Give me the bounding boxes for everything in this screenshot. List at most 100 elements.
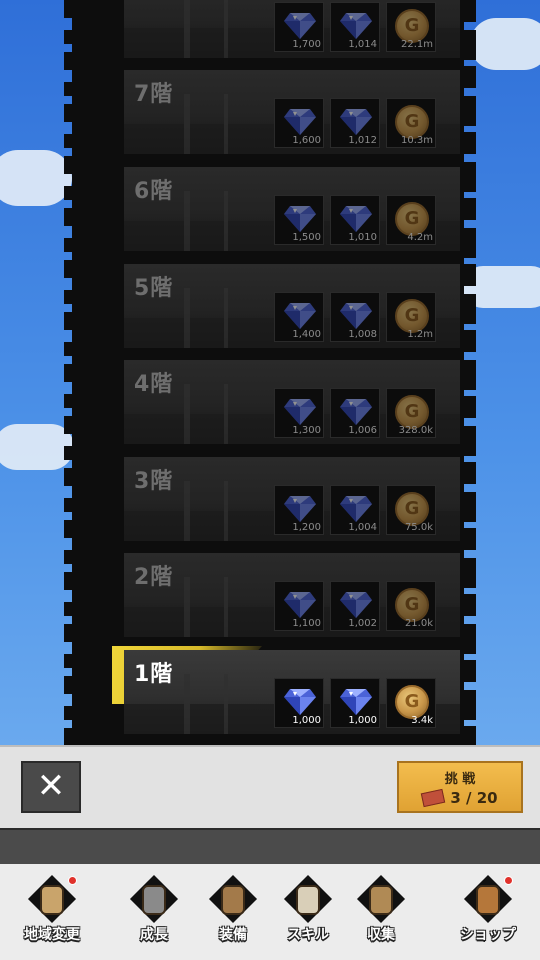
ticket-count: 3 / 20 bbox=[450, 789, 498, 807]
reward-slot[interactable]: 1,500 bbox=[274, 195, 324, 245]
gold-coin-icon: G bbox=[395, 685, 429, 719]
nav-item-1[interactable]: 地域変更 bbox=[14, 874, 90, 954]
floor-row[interactable]: 6階 1,500 1,010 G 4.2m bbox=[124, 167, 460, 251]
reward-slot[interactable]: 1,008 bbox=[330, 292, 380, 342]
reward-amount: 1,500 bbox=[292, 232, 321, 243]
reward-slot[interactable]: G 10.3m bbox=[386, 98, 436, 148]
reward-amount: 10.3m bbox=[400, 135, 433, 146]
reward-slot[interactable]: 1,100 bbox=[274, 581, 324, 631]
gold-coin-icon: G bbox=[395, 395, 429, 429]
floor-row[interactable]: 7階 1,600 1,012 G 10.3m bbox=[124, 70, 460, 154]
nav-item-5[interactable]: 収集 bbox=[343, 874, 419, 954]
reward-slot[interactable]: 1,000 bbox=[330, 678, 380, 728]
floor-row[interactable]: 2階 1,100 1,002 G 21.0k bbox=[124, 553, 460, 637]
reward-amount: 1,100 bbox=[292, 618, 321, 629]
diamond-icon bbox=[340, 592, 372, 618]
action-bar: ✕ 挑 戦 3 / 20 bbox=[0, 745, 540, 828]
floor-label: 4階 bbox=[134, 372, 174, 397]
reward-amount: 1,010 bbox=[348, 232, 377, 243]
icon-symbol bbox=[40, 885, 64, 915]
reward-amount: 1,000 bbox=[348, 715, 377, 726]
reward-slot[interactable]: G 22.1m bbox=[386, 2, 436, 52]
reward-slot[interactable]: G 3.4k bbox=[386, 678, 436, 728]
diamond-icon bbox=[284, 689, 316, 715]
reward-list: 1,100 1,002 G 21.0k bbox=[274, 581, 436, 631]
reward-amount: 1,006 bbox=[348, 425, 377, 436]
reward-amount: 328.0k bbox=[398, 425, 433, 436]
floor-row[interactable]: 5階 1,400 1,008 G 1.2m bbox=[124, 264, 460, 348]
diamond-icon bbox=[340, 399, 372, 425]
reward-list: 1,300 1,006 G 328.0k bbox=[274, 388, 436, 438]
scroll-icon bbox=[283, 874, 333, 924]
reward-slot[interactable]: 1,000 bbox=[274, 678, 324, 728]
diamond-icon bbox=[284, 13, 316, 39]
reward-slot[interactable]: 1,700 bbox=[274, 2, 324, 52]
reward-slot[interactable]: 1,200 bbox=[274, 485, 324, 535]
nav-item-2[interactable]: 成長 bbox=[116, 874, 192, 954]
reward-slot[interactable]: G 4.2m bbox=[386, 195, 436, 245]
map-icon bbox=[27, 874, 77, 924]
icon-symbol bbox=[142, 885, 166, 915]
game-screen: 1,700 1,014 G 22.1m 7階 1,600 1,012 G 10.3m 6階 1,50… bbox=[0, 0, 540, 960]
reward-slot[interactable]: G 75.0k bbox=[386, 485, 436, 535]
nav-item-6[interactable]: ショップ bbox=[450, 874, 526, 954]
diamond-icon bbox=[284, 496, 316, 522]
reward-amount: 3.4k bbox=[411, 715, 433, 726]
nav-label: ショップ bbox=[460, 927, 516, 943]
reward-list: 1,700 1,014 G 22.1m bbox=[274, 2, 436, 52]
reward-slot[interactable]: G 21.0k bbox=[386, 581, 436, 631]
gold-coin-icon: G bbox=[395, 588, 429, 622]
diamond-icon bbox=[284, 206, 316, 232]
reward-amount: 1,300 bbox=[292, 425, 321, 436]
reward-amount: 22.1m bbox=[400, 39, 433, 50]
notification-badge bbox=[504, 876, 513, 885]
tower-edge bbox=[460, 0, 476, 745]
reward-amount: 1,004 bbox=[348, 522, 377, 533]
reward-slot[interactable]: G 328.0k bbox=[386, 388, 436, 438]
floor-label: 2階 bbox=[134, 565, 174, 590]
reward-slot[interactable]: 1,012 bbox=[330, 98, 380, 148]
reward-amount: 75.0k bbox=[404, 522, 433, 533]
cloud bbox=[0, 424, 74, 470]
reward-slot[interactable]: 1,014 bbox=[330, 2, 380, 52]
reward-amount: 4.2m bbox=[407, 232, 433, 243]
reward-slot[interactable]: 1,010 bbox=[330, 195, 380, 245]
reward-slot[interactable]: G 1.2m bbox=[386, 292, 436, 342]
diamond-icon bbox=[340, 689, 372, 715]
reward-amount: 1,008 bbox=[348, 329, 377, 340]
reward-slot[interactable]: 1,006 bbox=[330, 388, 380, 438]
floor-row[interactable]: 4階 1,300 1,006 G 328.0k bbox=[124, 360, 460, 444]
floor-label: 1階 bbox=[134, 662, 174, 687]
close-button[interactable]: ✕ bbox=[21, 761, 81, 813]
diamond-icon bbox=[340, 303, 372, 329]
floor-row[interactable]: 3階 1,200 1,004 G 75.0k bbox=[124, 457, 460, 541]
icon-symbol bbox=[296, 885, 320, 915]
icon-symbol bbox=[476, 885, 500, 915]
gold-coin-icon: G bbox=[395, 105, 429, 139]
reward-amount: 1,600 bbox=[292, 135, 321, 146]
diamond-icon bbox=[284, 399, 316, 425]
gold-coin-icon: G bbox=[395, 9, 429, 43]
icon-symbol bbox=[369, 885, 393, 915]
challenge-button[interactable]: 挑 戦 3 / 20 bbox=[397, 761, 523, 813]
reward-amount: 1.2m bbox=[407, 329, 433, 340]
reward-list: 1,600 1,012 G 10.3m bbox=[274, 98, 436, 148]
nav-item-3[interactable]: 装備 bbox=[195, 874, 271, 954]
reward-amount: 1,002 bbox=[348, 618, 377, 629]
nav-item-4[interactable]: スキル bbox=[270, 874, 346, 954]
icon-symbol bbox=[221, 885, 245, 915]
reward-slot[interactable]: 1,300 bbox=[274, 388, 324, 438]
notification-badge bbox=[68, 876, 77, 885]
cloud bbox=[0, 150, 72, 206]
gold-coin-icon: G bbox=[395, 492, 429, 526]
reward-slot[interactable]: 1,004 bbox=[330, 485, 380, 535]
floor-row[interactable]: 1階 1,000 1,000 G 3.4k bbox=[124, 650, 460, 734]
diamond-icon bbox=[340, 206, 372, 232]
floor-label: 7階 bbox=[134, 82, 174, 107]
reward-slot[interactable]: 1,600 bbox=[274, 98, 324, 148]
floor-row[interactable]: 1,700 1,014 G 22.1m bbox=[124, 0, 460, 58]
reward-slot[interactable]: 1,400 bbox=[274, 292, 324, 342]
reward-slot[interactable]: 1,002 bbox=[330, 581, 380, 631]
diamond-icon bbox=[284, 109, 316, 135]
diamond-icon bbox=[340, 496, 372, 522]
